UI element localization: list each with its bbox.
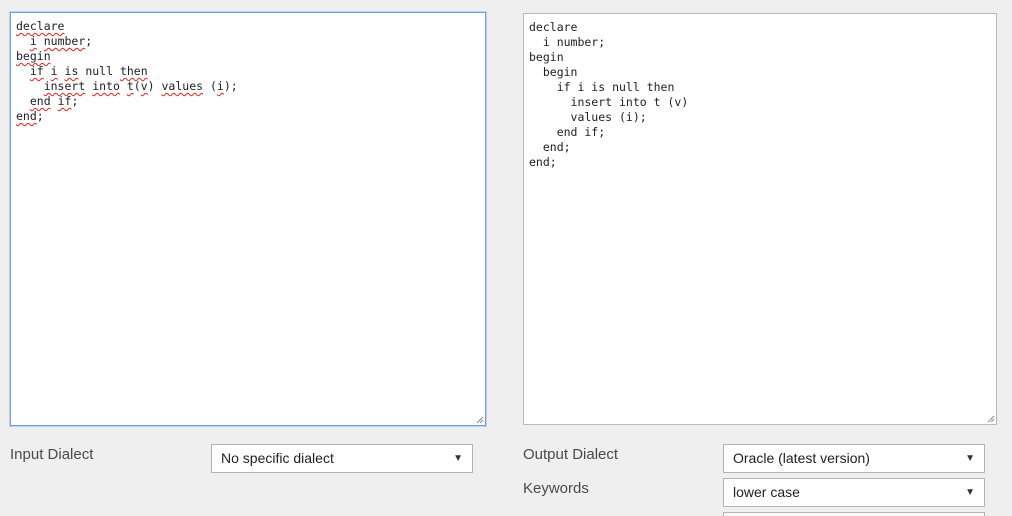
output-code-line: values (i); xyxy=(529,110,647,124)
caret-down-icon: ▼ xyxy=(965,487,975,498)
keywords-select[interactable]: lower case ▼ xyxy=(723,478,985,507)
output-dialect-select[interactable]: Oracle (latest version) ▼ xyxy=(723,444,985,473)
input-code-line: insert into t(v) values (i); xyxy=(43,79,238,93)
input-dialect-value: No specific dialect xyxy=(221,450,334,466)
input-code-line: declare xyxy=(16,19,65,33)
input-dialect-select[interactable]: No specific dialect ▼ xyxy=(211,444,473,473)
keywords-label: Keywords xyxy=(523,480,589,497)
output-code-line: end if; xyxy=(529,125,606,139)
output-dialect-label: Output Dialect xyxy=(523,446,619,463)
output-code-line: i number; xyxy=(529,35,606,49)
output-code-line: begin xyxy=(529,65,578,79)
next-option-select[interactable] xyxy=(723,512,985,516)
caret-down-icon: ▼ xyxy=(453,453,463,464)
output-code-line: end; xyxy=(529,140,571,154)
resize-grip-icon[interactable] xyxy=(985,413,995,423)
output-dialect-value: Oracle (latest version) xyxy=(733,450,870,466)
resize-grip-icon[interactable] xyxy=(474,414,484,424)
input-dialect-label: Input Dialect xyxy=(10,446,94,463)
caret-down-icon: ▼ xyxy=(965,453,975,464)
keywords-value: lower case xyxy=(733,484,800,500)
output-code-line: declare xyxy=(529,20,578,34)
input-code-line: i number; xyxy=(29,34,93,48)
input-code-line: end if; xyxy=(29,94,79,108)
output-sql-editor[interactable]: declare i number; begin begin if i is nul… xyxy=(523,13,997,425)
input-code-line: if i is null then xyxy=(29,64,148,78)
input-code-line: end; xyxy=(16,109,44,123)
input-sql-editor[interactable]: declare i number; begin if i is null then… xyxy=(10,12,486,426)
input-code-line: begin xyxy=(16,49,51,63)
output-code-line: begin xyxy=(529,50,564,64)
output-code-line: insert into t (v) xyxy=(529,95,689,109)
output-code-line: end; xyxy=(529,155,557,169)
output-code-line: if i is null then xyxy=(529,80,675,94)
